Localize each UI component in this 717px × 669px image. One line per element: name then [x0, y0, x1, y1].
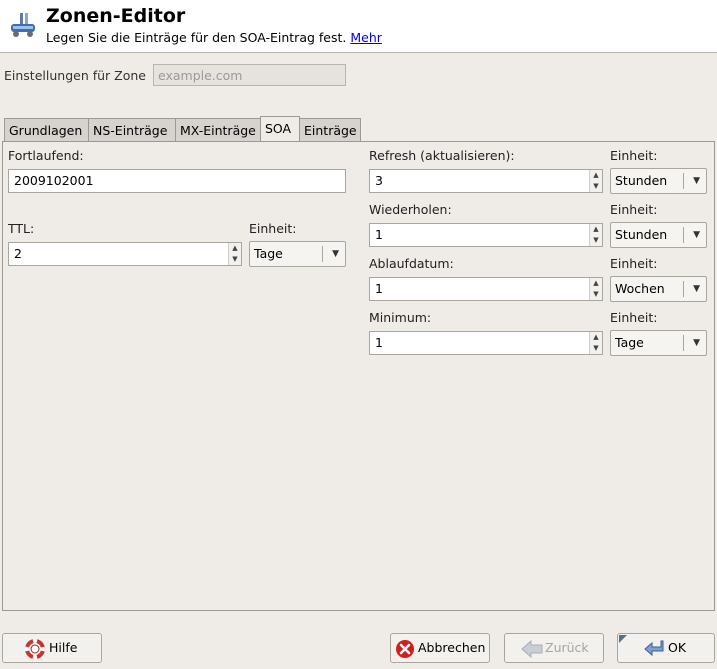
zone-label: Einstellungen für Zone	[4, 68, 146, 83]
tab-grundlagen[interactable]: Grundlagen	[4, 118, 89, 141]
minimum-label: Minimum:	[369, 310, 432, 325]
serial-label: Fortlaufend:	[8, 148, 84, 163]
spin-down-icon[interactable]: ▼	[590, 343, 602, 354]
minimum-unit-select[interactable]: Tage ▼	[610, 330, 707, 356]
help-button[interactable]: Hilfe	[2, 633, 102, 663]
spin-up-icon[interactable]: ▲	[590, 332, 602, 343]
expire-unit-label: Einheit:	[610, 256, 658, 271]
minimum-spinbox[interactable]: 1 ▲ ▼	[369, 331, 603, 355]
expire-label: Ablaufdatum:	[369, 256, 454, 271]
refresh-label: Refresh (aktualisieren):	[369, 148, 515, 163]
retry-label: Wiederholen:	[369, 202, 452, 217]
ok-button[interactable]: OK	[617, 633, 715, 663]
chevron-down-icon: ▼	[693, 338, 700, 348]
chevron-down-icon: ▼	[693, 230, 700, 240]
refresh-unit-select[interactable]: Stunden ▼	[610, 168, 707, 194]
tab-panel-soa	[2, 141, 715, 611]
enter-icon	[644, 639, 666, 662]
minimum-unit-label: Einheit:	[610, 310, 658, 325]
back-button[interactable]: Zurück	[504, 633, 604, 663]
retry-unit-value: Stunden	[615, 227, 668, 242]
spin-down-icon[interactable]: ▼	[229, 254, 241, 265]
spin-down-icon[interactable]: ▼	[590, 235, 602, 246]
chevron-down-icon: ▼	[332, 249, 339, 259]
chevron-down-icon: ▼	[693, 176, 700, 186]
arrow-left-icon	[521, 639, 543, 661]
ttl-value: 2	[14, 246, 22, 261]
serial-input[interactable]: 2009102001	[8, 169, 346, 193]
network-dns-icon	[8, 10, 38, 40]
retry-unit-label: Einheit:	[610, 202, 658, 217]
minimum-unit-value: Tage	[615, 335, 644, 350]
minimum-value: 1	[375, 335, 383, 350]
ttl-unit-label: Einheit:	[249, 221, 297, 236]
spin-down-icon[interactable]: ▼	[590, 289, 602, 300]
cancel-button-label: Abbrechen	[418, 640, 486, 655]
spin-up-icon[interactable]: ▲	[590, 224, 602, 235]
refresh-unit-value: Stunden	[615, 173, 668, 188]
ttl-label: TTL:	[8, 221, 35, 236]
ttl-spinbox[interactable]: 2 ▲ ▼	[8, 242, 242, 266]
spin-up-icon[interactable]: ▲	[590, 278, 602, 289]
page-title: Zonen-Editor	[46, 5, 186, 27]
back-button-label: Zurück	[545, 640, 589, 655]
default-corner-icon	[619, 635, 627, 643]
more-link[interactable]: Mehr	[350, 30, 382, 45]
refresh-value: 3	[375, 173, 383, 188]
chevron-down-icon: ▼	[693, 284, 700, 294]
expire-unit-value: Wochen	[615, 281, 665, 296]
tab-mx-eintraege[interactable]: MX-Einträge	[175, 118, 261, 141]
tab-eintraege[interactable]: Einträge	[299, 118, 361, 141]
spin-up-icon[interactable]: ▲	[229, 243, 241, 254]
spin-up-icon[interactable]: ▲	[590, 170, 602, 181]
ttl-unit-select[interactable]: Tage ▼	[249, 241, 346, 267]
refresh-spinbox[interactable]: 3 ▲ ▼	[369, 169, 603, 193]
subtitle-text: Legen Sie die Einträge für den SOA-Eintr…	[46, 30, 347, 45]
ttl-unit-value: Tage	[254, 246, 283, 261]
page-subtitle: Legen Sie die Einträge für den SOA-Eintr…	[46, 30, 382, 45]
expire-spinbox[interactable]: 1 ▲ ▼	[369, 277, 603, 301]
spin-down-icon[interactable]: ▼	[590, 181, 602, 192]
expire-unit-select[interactable]: Wochen ▼	[610, 276, 707, 302]
lifebuoy-icon	[25, 639, 45, 662]
retry-spinbox[interactable]: 1 ▲ ▼	[369, 223, 603, 247]
refresh-unit-label: Einheit:	[610, 148, 658, 163]
zone-input: example.com	[153, 64, 346, 86]
ok-button-label: OK	[668, 640, 687, 655]
expire-value: 1	[375, 281, 383, 296]
retry-unit-select[interactable]: Stunden ▼	[610, 222, 707, 248]
tab-ns-eintraege[interactable]: NS-Einträge	[88, 118, 176, 141]
tab-soa[interactable]: SOA	[260, 116, 300, 141]
cancel-button[interactable]: Abbrechen	[390, 633, 490, 663]
retry-value: 1	[375, 227, 383, 242]
help-button-label: Hilfe	[49, 640, 78, 655]
cancel-icon	[395, 639, 415, 662]
